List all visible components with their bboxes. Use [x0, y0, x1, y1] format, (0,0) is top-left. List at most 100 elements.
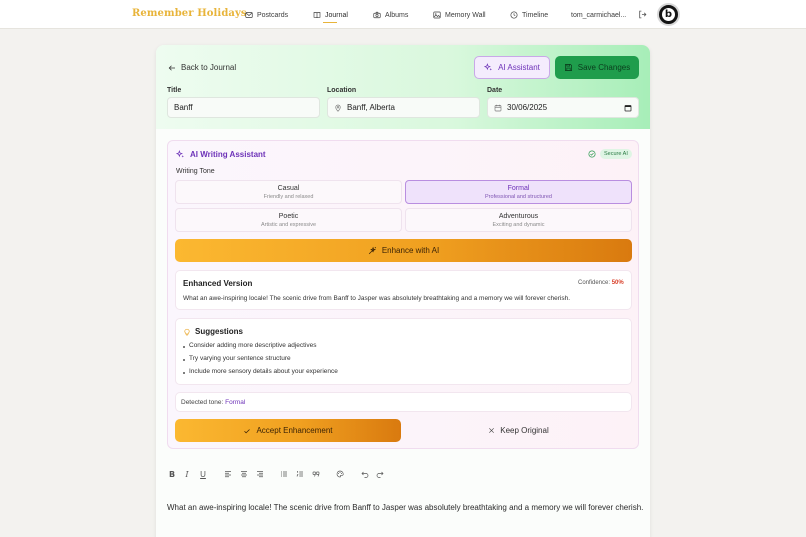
calendar-icon [494, 104, 502, 111]
clock-icon [510, 11, 518, 19]
title-input[interactable]: Banff [167, 97, 320, 118]
align-left-icon[interactable] [223, 469, 233, 479]
suggestions-title: Suggestions [183, 327, 243, 336]
enhance-label: Enhance with AI [381, 246, 440, 255]
keep-label: Keep Original [500, 426, 549, 435]
tone-name: Formal [507, 185, 530, 192]
tone-name: Casual [277, 185, 300, 192]
secure-ai-badge: Secure AI [600, 149, 632, 159]
accept-enhancement-button[interactable]: Accept Enhancement [175, 419, 401, 442]
sparkles-icon [176, 150, 184, 158]
title-value: Banff [174, 103, 193, 112]
assistant-title: AI Writing Assistant [176, 150, 266, 159]
back-label: Back to Journal [181, 63, 237, 72]
save-changes-button[interactable]: Save Changes [555, 56, 639, 79]
italic-icon[interactable]: I [182, 469, 192, 479]
username-label: tom_carmichael... [571, 11, 627, 19]
detected-tone: Detected tone: Formal [181, 399, 245, 406]
lightbulb-icon [184, 328, 190, 335]
suggestion-item: Consider adding more descriptive adjecti… [183, 342, 317, 349]
card-header: Back to Journal AI Assistant Save Change… [156, 45, 650, 129]
tone-option-casual[interactable]: Casual Friendly and relaxed [175, 180, 402, 204]
undo-icon[interactable] [360, 469, 370, 479]
writing-tone-label: Writing Tone [176, 168, 215, 175]
image-icon [433, 11, 441, 19]
location-label: Location [327, 87, 357, 94]
brand-logo[interactable]: Remember Holidays [132, 8, 247, 19]
avatar[interactable]: b [657, 3, 680, 26]
detected-tone-label: Detected tone: [181, 399, 224, 406]
enhanced-version-title: Enhanced Version [183, 279, 253, 288]
back-to-journal-link[interactable]: Back to Journal [168, 63, 236, 72]
suggestion-text: Try varying your sentence structure [189, 355, 291, 362]
accept-label: Accept Enhancement [256, 426, 333, 435]
detected-tone-value: Formal [225, 399, 246, 406]
redo-icon[interactable] [375, 469, 385, 479]
palette-icon[interactable] [335, 469, 345, 479]
nav-item-timeline[interactable]: Timeline [510, 9, 548, 21]
tone-name: Adventurous [498, 213, 539, 220]
underline-icon[interactable]: U [198, 469, 208, 479]
calendar-picker-icon[interactable] [624, 104, 632, 112]
tone-desc: Exciting and dynamic [492, 222, 545, 228]
nav-item-albums[interactable]: Albums [373, 9, 408, 21]
date-label: Date [487, 87, 503, 94]
numbered-list-icon[interactable] [295, 469, 305, 479]
camera-icon [373, 11, 381, 19]
suggestion-item: Try varying your sentence structure [183, 355, 291, 362]
check-icon [244, 428, 251, 433]
align-center-icon[interactable] [239, 469, 249, 479]
mail-icon [245, 12, 253, 18]
suggestions-box: Suggestions Consider adding more descrip… [175, 318, 632, 385]
nav-item-memory-wall[interactable]: Memory Wall [433, 9, 486, 21]
keep-original-button[interactable]: Keep Original [405, 419, 632, 442]
tone-option-poetic[interactable]: Poetic Artistic and expressive [175, 208, 402, 232]
close-icon [489, 428, 495, 433]
ai-assistant-button[interactable]: AI Assistant [474, 56, 550, 79]
logout-icon[interactable] [638, 10, 647, 19]
nav-item-label: Postcards [257, 11, 289, 19]
book-icon [313, 12, 321, 19]
tone-option-formal[interactable]: Formal Professional and structured [405, 180, 632, 204]
save-icon [564, 64, 572, 71]
assistant-title-label: AI Writing Assistant [190, 150, 266, 159]
tone-option-adventurous[interactable]: Adventurous Exciting and dynamic [405, 208, 632, 232]
location-input[interactable]: Banff, Alberta [327, 97, 480, 118]
suggestion-item: Include more sensory details about your … [183, 368, 338, 375]
ai-assistant-label: AI Assistant [498, 63, 540, 72]
bullet-list-icon[interactable] [279, 469, 289, 479]
align-right-icon[interactable] [255, 469, 265, 479]
suggestions-title-label: Suggestions [195, 327, 244, 336]
nav-item-postcards[interactable]: Postcards [245, 9, 288, 21]
quote-icon[interactable] [311, 469, 321, 479]
save-changes-label: Save Changes [577, 63, 631, 72]
date-value: 30/06/2025 [507, 103, 548, 112]
suggestion-text: Include more sensory details about your … [189, 368, 338, 375]
location-value: Banff, Alberta [347, 103, 395, 112]
magic-wand-icon [368, 246, 376, 255]
map-pin-icon [335, 104, 341, 112]
bullet [183, 372, 185, 374]
username[interactable]: tom_carmichael... [571, 9, 626, 21]
bold-icon[interactable]: B [167, 469, 177, 479]
journal-editor-content[interactable]: What an awe-inspiring locale! The scenic… [167, 503, 643, 512]
enhanced-version-box: Enhanced Version Confidence: 50% What an… [175, 270, 632, 310]
date-input[interactable]: 30/06/2025 [487, 97, 639, 118]
tone-desc: Friendly and relaxed [263, 194, 314, 200]
confidence-label: Confidence: [578, 280, 611, 286]
tone-desc: Artistic and expressive [260, 222, 317, 228]
active-nav-indicator [323, 22, 337, 23]
check-circle-icon [588, 150, 596, 158]
confidence-value: 50% [611, 280, 624, 286]
top-nav: Remember Holidays Postcards Journal Albu… [0, 0, 806, 29]
enhance-with-ai-button[interactable]: Enhance with AI [175, 239, 632, 262]
bullet [183, 346, 185, 348]
suggestion-text: Consider adding more descriptive adjecti… [189, 342, 317, 349]
avatar-letter: b [662, 8, 675, 21]
tone-desc: Professional and structured [485, 194, 552, 200]
nav-item-journal[interactable]: Journal [313, 9, 348, 21]
journal-edit-card: Back to Journal AI Assistant Save Change… [156, 45, 650, 537]
bullet [183, 359, 185, 361]
confidence-readout: Confidence: 50% [578, 280, 624, 286]
sparkles-icon [484, 63, 493, 71]
